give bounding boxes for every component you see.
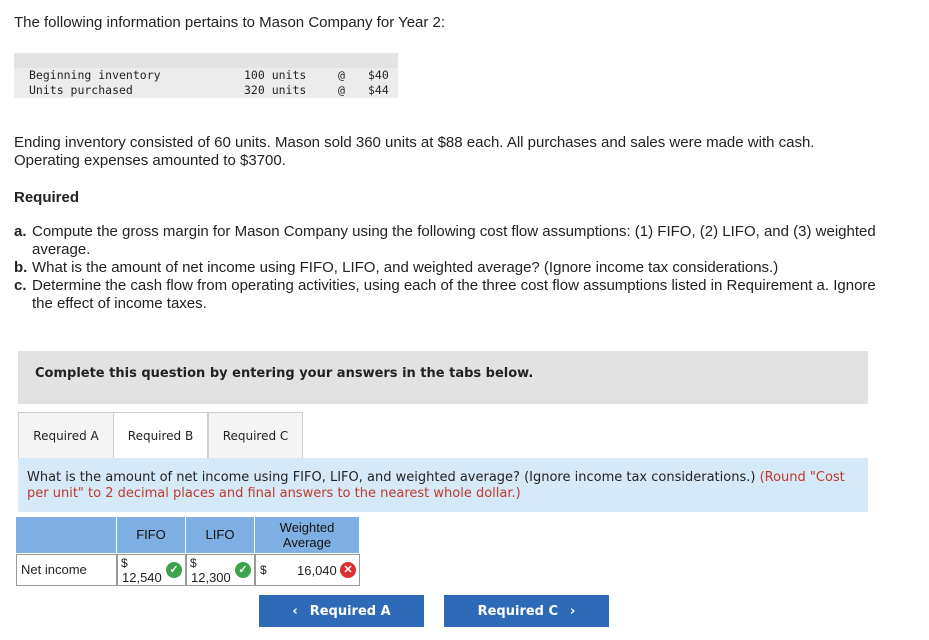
row-units: 320 units xyxy=(244,83,307,97)
header-blank xyxy=(16,517,116,553)
requirement-item: b. What is the amount of net income usin… xyxy=(14,259,894,277)
table-header-bar xyxy=(14,53,398,68)
currency-symbol: $ xyxy=(260,563,267,577)
row-label: Units purchased xyxy=(29,83,133,97)
requirement-text: Compute the gross margin for Mason Compa… xyxy=(32,223,876,258)
requirement-label: a. xyxy=(14,223,27,240)
requirements-list: a. Compute the gross margin for Mason Co… xyxy=(14,223,894,313)
incorrect-x-icon: ✕ xyxy=(340,562,356,578)
table-row: Beginning inventory 100 units @ $40 xyxy=(14,68,398,83)
question-box: What is the amount of net income using F… xyxy=(18,458,868,512)
lifo-cell: $ 12,300 ✓ xyxy=(186,554,255,586)
next-required-c-button[interactable]: Required C › xyxy=(444,595,609,627)
currency-symbol: $ xyxy=(190,556,197,570)
requirement-text: Determine the cash flow from operating a… xyxy=(32,277,876,312)
requirement-item: a. Compute the gross margin for Mason Co… xyxy=(14,223,894,259)
header-weighted-average: Weighted Average xyxy=(255,517,359,553)
fifo-cell: $ 12,540 ✓ xyxy=(117,554,186,586)
row-at: @ xyxy=(338,83,345,97)
banner-text: Complete this question by entering your … xyxy=(35,366,534,381)
inventory-table: Beginning inventory 100 units @ $40 Unit… xyxy=(14,53,398,99)
tab-required-a[interactable]: Required A xyxy=(18,412,114,459)
lifo-input[interactable]: 12,300 xyxy=(191,570,231,585)
header-fifo: FIFO xyxy=(117,517,185,553)
requirement-label: c. xyxy=(14,277,27,294)
chevron-left-icon: ‹ xyxy=(292,603,298,619)
row-cost: $44 xyxy=(368,83,389,97)
correct-check-icon: ✓ xyxy=(166,562,182,578)
chevron-right-icon: › xyxy=(570,603,576,619)
next-button-label: Required C xyxy=(477,603,559,619)
row-at: @ xyxy=(338,68,345,82)
required-heading: Required xyxy=(14,189,80,206)
weighted-average-input[interactable]: 16,040 xyxy=(297,563,337,578)
tab-required-c[interactable]: Required C xyxy=(208,412,303,459)
tab-required-b[interactable]: Required B xyxy=(113,412,208,460)
requirement-text: What is the amount of net income using F… xyxy=(32,259,779,276)
weighted-average-cell: $ 16,040 ✕ xyxy=(255,554,360,586)
row-label: Beginning inventory xyxy=(29,68,161,82)
prev-button-label: Required A xyxy=(309,603,391,619)
table-row: Units purchased 320 units @ $44 xyxy=(14,83,398,98)
row-cost: $40 xyxy=(368,68,389,82)
intro-text: The following information pertains to Ma… xyxy=(14,14,446,31)
header-lifo: LIFO xyxy=(186,517,254,553)
correct-check-icon: ✓ xyxy=(235,562,251,578)
currency-symbol: $ xyxy=(121,556,128,570)
question-text: What is the amount of net income using F… xyxy=(27,470,756,485)
row-units: 100 units xyxy=(244,68,307,82)
requirement-item: c. Determine the cash flow from operatin… xyxy=(14,277,894,313)
prev-required-a-button[interactable]: ‹ Required A xyxy=(259,595,424,627)
row-label-net-income: Net income xyxy=(16,554,117,586)
problem-paragraph: Ending inventory consisted of 60 units. … xyxy=(14,134,815,169)
instructions-banner: Complete this question by entering your … xyxy=(18,351,868,404)
fifo-input[interactable]: 12,540 xyxy=(122,570,162,585)
requirement-label: b. xyxy=(14,259,28,276)
